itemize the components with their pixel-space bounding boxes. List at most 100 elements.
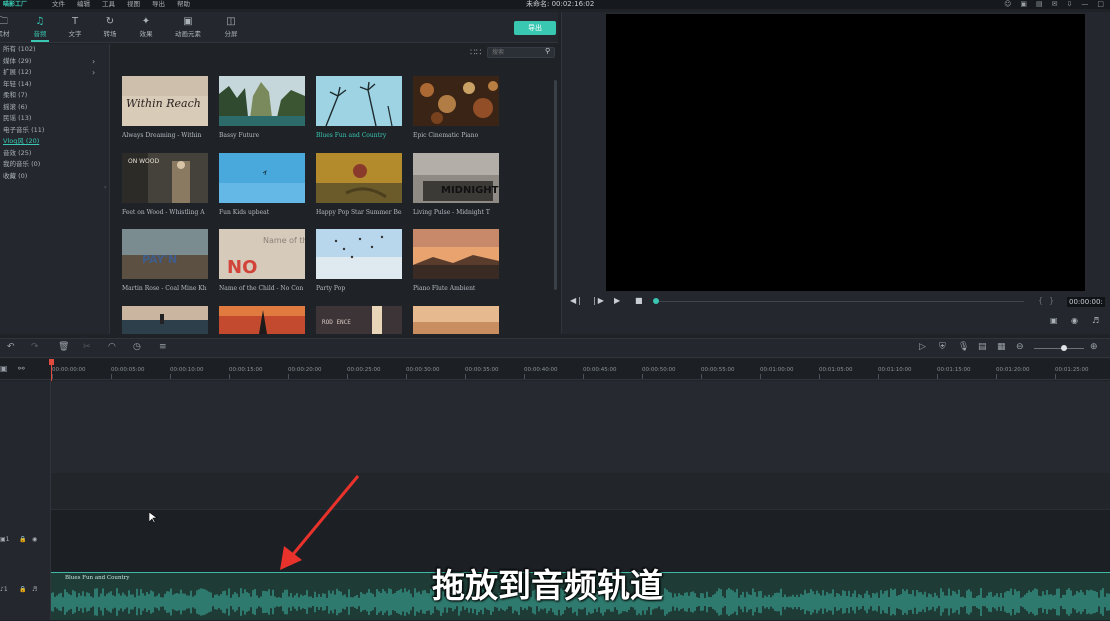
menu-view[interactable]: 视图 xyxy=(127,0,140,9)
fit-icon[interactable]: ▦ xyxy=(997,342,1006,352)
category-extended[interactable]: 扩展 (12) › xyxy=(0,67,109,79)
volume-icon[interactable]: ♬ xyxy=(1092,316,1099,325)
add-track-icon[interactable]: ▣ xyxy=(0,364,8,373)
mixer-icon[interactable]: ▤ xyxy=(978,342,987,352)
adjust-icon[interactable]: ≡ xyxy=(159,342,167,352)
category-all[interactable]: 所有 (102) xyxy=(0,44,109,56)
ruler-tick xyxy=(406,374,407,379)
scrubber-handle[interactable] xyxy=(653,298,659,304)
audio-item[interactable]: ROD ENCE xyxy=(316,306,402,334)
minimize-icon[interactable]: — xyxy=(1081,0,1088,9)
search-icon[interactable]: ⚲ xyxy=(545,47,550,55)
lock-icon[interactable]: 🔒 xyxy=(19,586,26,593)
svg-text:ON WOOD: ON WOOD xyxy=(128,158,159,165)
step-back-icon[interactable]: ◀❘ xyxy=(570,296,583,305)
chevron-right-icon[interactable]: › xyxy=(92,56,95,68)
link-icon[interactable]: ⚯ xyxy=(18,364,25,373)
category-vlog[interactable]: Vlog风 (20) xyxy=(0,136,109,148)
thumb-dark: ROD ENCE xyxy=(316,306,402,334)
document-title: 未命名: 00:02:16:02 xyxy=(526,0,595,8)
category-rock[interactable]: 摇滚 (6) xyxy=(0,102,109,114)
timeline-ruler[interactable]: ▣ ⚯ 00:00:00:00 00:00:05:00 00:00:10:00 00:… xyxy=(0,359,1110,380)
playhead-handle[interactable] xyxy=(49,359,54,365)
display-settings-icon[interactable]: ▣ xyxy=(1050,316,1058,325)
audio-item[interactable]: Happy Pop Star Summer Beat xyxy=(316,153,402,216)
menu-file[interactable]: 文件 xyxy=(52,0,65,9)
thumb-wood: ON WOOD xyxy=(122,153,208,203)
preview-timecode: 00:00:00: xyxy=(1067,297,1105,307)
frame-forward-icon[interactable]: ❘▶ xyxy=(591,296,604,305)
video-track-area[interactable] xyxy=(51,381,1110,473)
menu-export[interactable]: 导出 xyxy=(152,0,165,9)
audio-item[interactable] xyxy=(219,306,305,334)
download-icon[interactable]: ⇩ xyxy=(1067,0,1073,9)
category-my-music[interactable]: 我的音乐 (0) xyxy=(0,159,109,171)
lock-icon[interactable]: 🔒 xyxy=(19,536,26,543)
collapse-sidebar-icon[interactable]: ‹ xyxy=(104,184,106,191)
duration-icon[interactable]: ◷ xyxy=(133,342,141,352)
tab-split-screen[interactable]: ◫ 分屏 xyxy=(214,16,248,38)
zoom-out-icon[interactable]: ⊖ xyxy=(1016,342,1024,352)
audio-item[interactable]: Bassy Future xyxy=(219,76,305,139)
menu-help[interactable]: 帮助 xyxy=(177,0,190,9)
audio-item[interactable]: Within Reach Always Dreaming - Within xyxy=(122,76,208,139)
marker-icon[interactable]: ⛨ xyxy=(939,342,946,352)
audio-item[interactable]: MIDNIGHT Living Pulse - Midnight T xyxy=(413,153,499,216)
account-icon[interactable]: ☺ xyxy=(1004,0,1011,9)
grid-view-icon[interactable]: ∷∷ xyxy=(470,48,481,58)
instruction-caption: 拖放到音频轨道 xyxy=(432,566,663,605)
audio-item[interactable]: Party Pop xyxy=(316,229,402,292)
tab-effects[interactable]: ✦ 效果 xyxy=(129,16,163,38)
category-soft[interactable]: 柔和 (7) xyxy=(0,90,109,102)
snapshot-icon[interactable]: ◉ xyxy=(1071,316,1078,325)
eye-icon[interactable]: ◉ xyxy=(32,536,37,543)
zoom-slider[interactable] xyxy=(1034,348,1084,349)
audio-item[interactable]: ON WOOD Feet on Wood - Whistling A xyxy=(122,153,208,216)
audio-item[interactable]: Fun Kids upbeat xyxy=(219,153,305,216)
audio-item[interactable]: NO Name of the child Name of the Child -… xyxy=(219,229,305,292)
cut-icon[interactable]: ✂ xyxy=(83,342,91,352)
category-favorites[interactable]: 收藏 (0) xyxy=(0,171,109,183)
undo-icon[interactable]: ↶ xyxy=(7,342,15,352)
zoom-slider-handle[interactable] xyxy=(1061,345,1067,351)
save-icon[interactable]: ▤ xyxy=(1036,0,1043,9)
audio-item[interactable]: Epic Cinematic Piano xyxy=(413,76,499,139)
menu-tools[interactable]: 工具 xyxy=(102,0,115,9)
audio-item[interactable]: PAY'N Martin Rose - Coal Mine Kh xyxy=(122,229,208,292)
category-young[interactable]: 年轻 (14) xyxy=(0,79,109,91)
tab-transitions[interactable]: ↻ 转场 xyxy=(93,16,127,38)
stop-icon[interactable]: ■ xyxy=(635,296,643,305)
mark-out-icon[interactable]: } xyxy=(1049,296,1054,305)
zoom-in-icon[interactable]: ⊕ xyxy=(1090,342,1098,352)
speed-icon[interactable]: ◠ xyxy=(108,342,116,352)
audio-item[interactable]: Blues Fun and Country xyxy=(316,76,402,139)
chevron-right-icon[interactable]: › xyxy=(92,67,95,79)
mark-in-icon[interactable]: { xyxy=(1038,296,1043,305)
audio-item[interactable] xyxy=(122,306,208,334)
microphone-icon[interactable]: 🎙 xyxy=(958,342,969,352)
speaker-icon[interactable]: ♬ xyxy=(32,586,37,593)
image-element-icon: ▣ xyxy=(183,16,193,27)
tab-elements[interactable]: ▣ 动画元素 xyxy=(171,16,205,38)
export-button[interactable]: 导出 xyxy=(514,21,556,35)
tab-titles[interactable]: T 文字 xyxy=(58,16,92,38)
category-electronic[interactable]: 电子音乐 (11) xyxy=(0,125,109,137)
audio-item[interactable]: Piano Flute Ambient xyxy=(413,229,499,292)
audio-item[interactable] xyxy=(413,306,499,334)
tab-audio[interactable]: ♫ 音频 xyxy=(23,16,57,42)
render-icon[interactable]: ▷ xyxy=(919,342,926,352)
maximize-icon[interactable]: □ xyxy=(1097,0,1104,9)
play-icon[interactable]: ▶ xyxy=(614,296,620,305)
category-folk[interactable]: 民谣 (13) xyxy=(0,113,109,125)
browser-scrollbar[interactable] xyxy=(554,80,557,290)
category-media[interactable]: 媒体 (29) › xyxy=(0,56,109,68)
cart-icon[interactable]: ▣ xyxy=(1020,0,1027,9)
category-sound-effects[interactable]: 音效 (25) xyxy=(0,148,109,160)
tab-media[interactable]: 🗀 素材 xyxy=(0,16,20,38)
preview-scrubber[interactable] xyxy=(656,301,1024,302)
menu-edit[interactable]: 编辑 xyxy=(77,0,90,9)
delete-icon[interactable]: 🗑 xyxy=(58,342,69,352)
redo-icon[interactable]: ↷ xyxy=(31,342,39,352)
mail-icon[interactable]: ✉ xyxy=(1052,0,1058,9)
ruler-tick-label: 00:00:55:00 xyxy=(701,367,735,373)
